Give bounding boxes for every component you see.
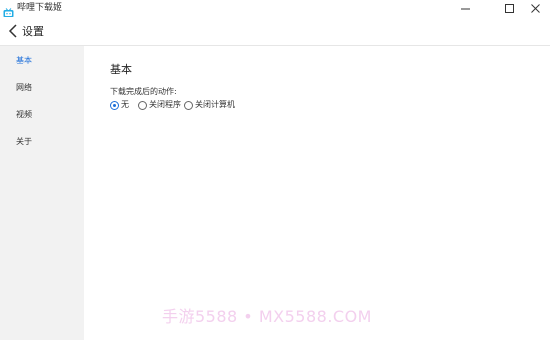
settings-content: 基本 下载完成后的动作: 无 关闭程序 关闭计算机 xyxy=(84,46,550,340)
sidebar-item-video[interactable]: 视频 xyxy=(0,102,84,128)
radio-label: 关闭程序 xyxy=(149,100,181,109)
settings-header: 设置 xyxy=(0,17,550,46)
sidebar-item-about[interactable]: 关于 xyxy=(0,129,84,155)
minimize-button[interactable] xyxy=(452,0,480,17)
radio-unchecked-icon xyxy=(184,101,193,110)
chevron-left-icon xyxy=(8,24,17,38)
sidebar-item-label: 网络 xyxy=(16,83,32,92)
title-bar: 哔哩下载姬 xyxy=(0,0,550,18)
window-title: 哔哩下载姬 xyxy=(17,3,63,13)
sidebar-item-basic[interactable]: 基本 xyxy=(0,48,84,74)
sidebar-item-label: 视频 xyxy=(16,110,32,119)
after-download-radio-group: 无 关闭程序 关闭计算机 xyxy=(110,100,410,112)
maximize-icon xyxy=(505,4,514,13)
radio-label: 无 xyxy=(121,100,129,109)
settings-sidebar: 基本 网络 视频 关于 xyxy=(0,46,84,340)
after-download-label: 下载完成后的动作: xyxy=(110,87,177,96)
page-title: 设置 xyxy=(22,25,44,38)
close-button[interactable] xyxy=(522,0,550,17)
close-icon xyxy=(531,4,540,13)
radio-label: 关闭计算机 xyxy=(195,100,235,109)
radio-checked-icon xyxy=(110,101,119,110)
minimize-icon xyxy=(461,8,470,10)
sidebar-item-label: 关于 xyxy=(16,137,32,146)
section-title: 基本 xyxy=(110,63,132,76)
back-button[interactable] xyxy=(6,23,22,39)
sidebar-item-network[interactable]: 网络 xyxy=(0,75,84,101)
radio-unchecked-icon xyxy=(138,101,147,110)
watermark: 手游5588 • MX5588.COM xyxy=(162,307,372,326)
maximize-button[interactable] xyxy=(496,0,524,17)
bilibili-tv-icon xyxy=(3,3,14,18)
sidebar-item-label: 基本 xyxy=(16,56,32,65)
